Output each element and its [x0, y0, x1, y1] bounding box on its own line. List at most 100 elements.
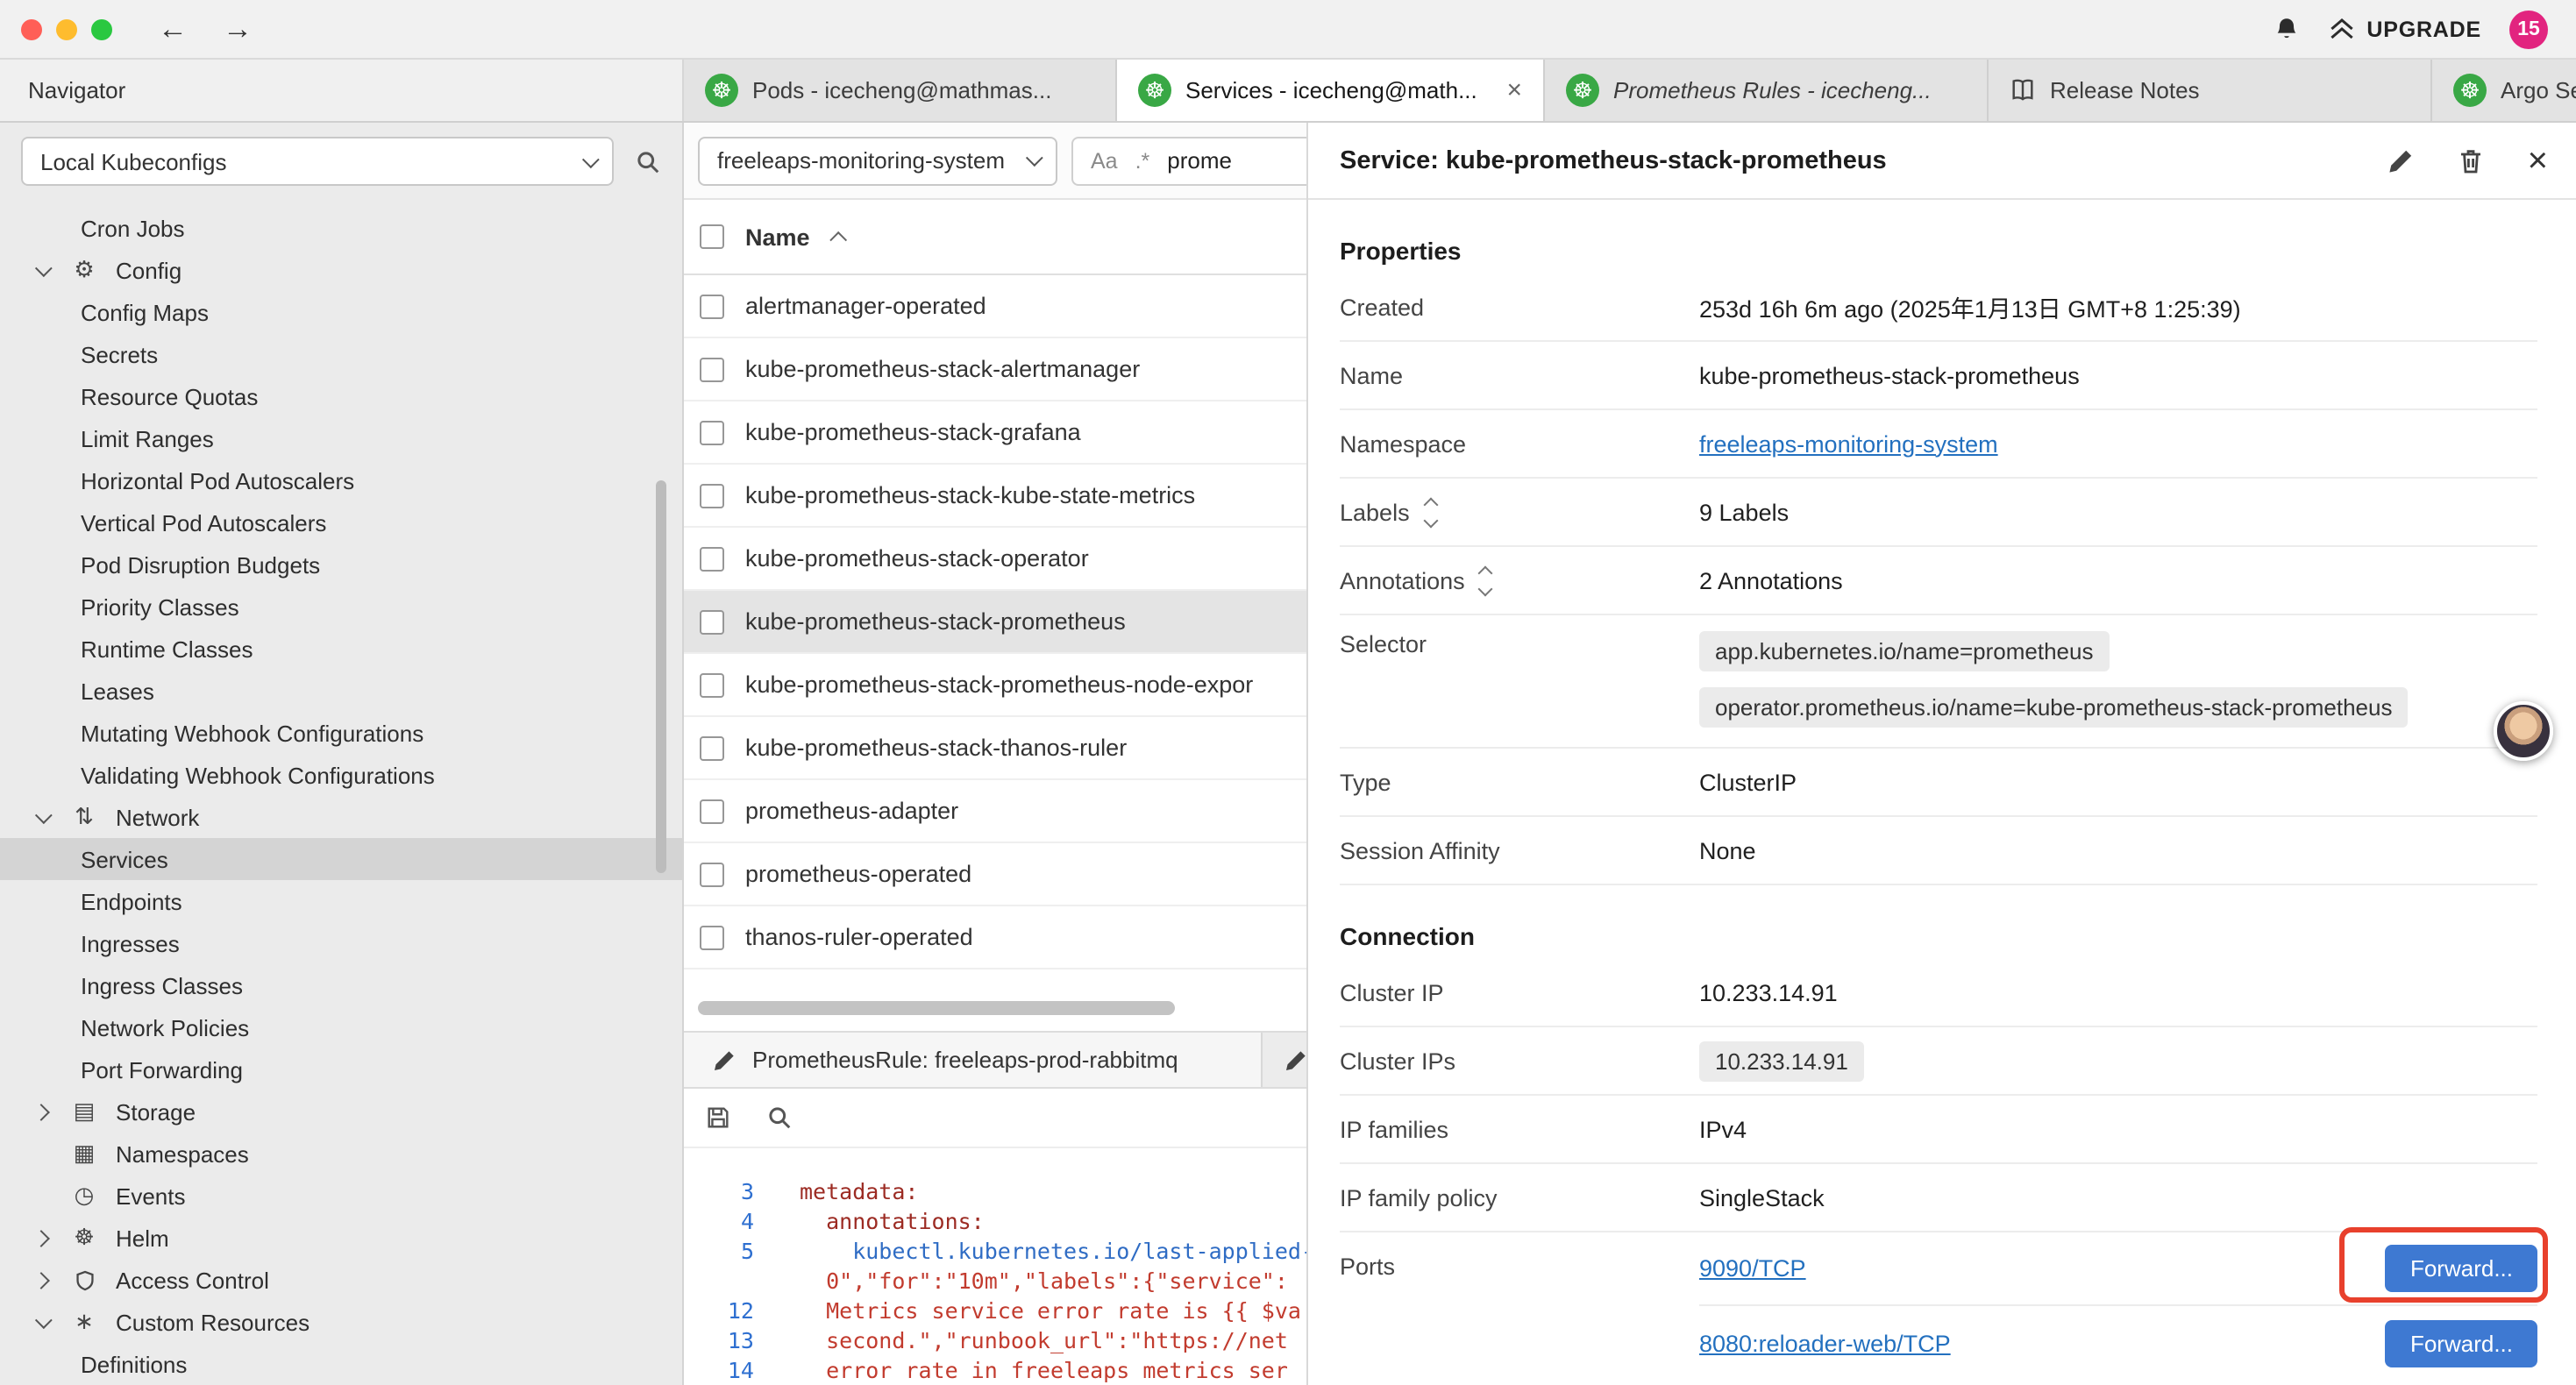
table-row[interactable]: prometheus-operated [684, 843, 1306, 906]
sidebar-item-cron-jobs[interactable]: Cron Jobs [0, 207, 682, 249]
save-icon[interactable] [705, 1104, 731, 1131]
expand-toggle-icon[interactable] [1481, 567, 1491, 593]
sidebar-item-storage[interactable]: ▤Storage [0, 1090, 682, 1133]
back-button[interactable]: ← [158, 14, 188, 44]
expand-toggle-icon[interactable] [1426, 499, 1436, 525]
chevron-down-icon[interactable] [28, 264, 53, 276]
sidebar-item-endpoints[interactable]: Endpoints [0, 880, 682, 922]
sidebar-item-leases[interactable]: Leases [0, 670, 682, 712]
sidebar-item-resource-quotas[interactable]: Resource Quotas [0, 375, 682, 417]
upgrade-button[interactable]: UPGRADE [2328, 17, 2481, 41]
sidebar-item-ingress-classes[interactable]: Ingress Classes [0, 964, 682, 1006]
chevron-down-icon[interactable] [28, 1316, 53, 1328]
chevron-right-icon[interactable] [28, 1274, 53, 1286]
tab-argo-se[interactable]: ☸Argo Se [2432, 60, 2576, 121]
horizontal-scrollbar[interactable] [698, 1001, 1175, 1015]
sidebar-item-label: Network Policies [81, 1014, 249, 1041]
yaml-editor[interactable]: 3metadata:4 annotations:5 kubectl.kubern… [684, 1148, 1306, 1385]
table-row[interactable]: kube-prometheus-stack-alertmanager [684, 338, 1306, 401]
match-case-toggle[interactable]: Aa [1091, 148, 1118, 173]
row-checkbox[interactable] [700, 735, 724, 760]
sidebar-item-validating-webhook-configurations[interactable]: Validating Webhook Configurations [0, 754, 682, 796]
user-avatar[interactable] [2494, 701, 2553, 761]
editor-search-icon[interactable] [766, 1104, 793, 1131]
port-link[interactable]: 8080:reloader-web/TCP [1699, 1330, 1951, 1356]
dock-tab-prometheusrule[interactable]: PrometheusRule: freeleaps-prod-rabbitmq [684, 1033, 1263, 1087]
port-forward-button[interactable]: Forward... [2386, 1319, 2537, 1367]
table-row[interactable]: kube-prometheus-stack-operator [684, 528, 1306, 591]
row-checkbox[interactable] [700, 609, 724, 634]
tab-pods-icecheng-mathmas[interactable]: ☸Pods - icecheng@mathmas... [684, 60, 1117, 121]
regex-toggle[interactable]: .* [1135, 148, 1150, 173]
sidebar-item-pod-disruption-budgets[interactable]: Pod Disruption Budgets [0, 543, 682, 586]
dock-tab-partial[interactable] [1263, 1033, 1306, 1087]
sidebar-item-namespaces[interactable]: ▦Namespaces [0, 1133, 682, 1175]
minimize-window-button[interactable] [56, 18, 77, 39]
sidebar-item-custom-resources[interactable]: ∗Custom Resources [0, 1301, 682, 1343]
table-row[interactable]: kube-prometheus-stack-grafana [684, 401, 1306, 465]
notifications-bell-icon[interactable] [2272, 15, 2300, 43]
row-checkbox[interactable] [700, 672, 724, 697]
table-row[interactable]: alertmanager-operated [684, 275, 1306, 338]
sidebar-item-network-policies[interactable]: Network Policies [0, 1006, 682, 1048]
namespace-link[interactable]: freeleaps-monitoring-system [1699, 430, 1998, 457]
row-checkbox[interactable] [700, 799, 724, 823]
row-checkbox[interactable] [700, 925, 724, 949]
sidebar-item-horizontal-pod-autoscalers[interactable]: Horizontal Pod Autoscalers [0, 459, 682, 501]
sidebar-item-ingresses[interactable]: Ingresses [0, 922, 682, 964]
close-panel-icon[interactable]: × [2528, 143, 2548, 178]
delete-resource-icon[interactable] [2458, 146, 2486, 174]
kubeconfig-selector-value: Local Kubeconfigs [40, 148, 227, 174]
sidebar-item-port-forwarding[interactable]: Port Forwarding [0, 1048, 682, 1090]
sidebar-item-label: Config [116, 257, 181, 283]
close-window-button[interactable] [21, 18, 42, 39]
sidebar-scrollbar[interactable] [656, 480, 666, 873]
sidebar-item-runtime-classes[interactable]: Runtime Classes [0, 628, 682, 670]
forward-button[interactable]: → [223, 14, 253, 44]
sidebar-item-services[interactable]: Services [0, 838, 682, 880]
table-row[interactable]: thanos-ruler-operated [684, 906, 1306, 970]
table-row[interactable]: kube-prometheus-stack-prometheus [684, 591, 1306, 654]
close-tab-icon[interactable]: × [1506, 75, 1522, 105]
row-checkbox[interactable] [700, 420, 724, 444]
sidebar-item-vertical-pod-autoscalers[interactable]: Vertical Pod Autoscalers [0, 501, 682, 543]
row-checkbox[interactable] [700, 862, 724, 886]
row-checkbox[interactable] [700, 294, 724, 318]
table-row[interactable]: kube-prometheus-stack-kube-state-metrics [684, 465, 1306, 528]
table-row[interactable]: prometheus-adapter [684, 780, 1306, 843]
sidebar-item-config-maps[interactable]: Config Maps [0, 291, 682, 333]
kubeconfig-selector[interactable]: Local Kubeconfigs [21, 137, 614, 186]
table-row[interactable]: kube-prometheus-stack-thanos-ruler [684, 717, 1306, 780]
tab-prometheus-rules-icecheng[interactable]: ☸Prometheus Rules - icecheng... [1545, 60, 1989, 121]
sidebar-item-definitions[interactable]: Definitions [0, 1343, 682, 1385]
sidebar-item-access-control[interactable]: Access Control [0, 1259, 682, 1301]
maximize-window-button[interactable] [91, 18, 112, 39]
row-checkbox[interactable] [700, 546, 724, 571]
row-checkbox[interactable] [700, 357, 724, 381]
tab-release-notes[interactable]: Release Notes [1989, 60, 2432, 121]
namespace-filter[interactable]: freeleaps-monitoring-system [698, 136, 1057, 185]
tab-services-icecheng-math[interactable]: ☸Services - icecheng@math...× [1117, 60, 1545, 121]
sidebar-item-events[interactable]: ◷Events [0, 1175, 682, 1217]
sidebar-item-secrets[interactable]: Secrets [0, 333, 682, 375]
column-header-name[interactable]: Name [745, 224, 810, 250]
edit-resource-icon[interactable] [2387, 146, 2416, 174]
sidebar-item-priority-classes[interactable]: Priority Classes [0, 586, 682, 628]
table-row[interactable]: kube-prometheus-stack-prometheus-node-ex… [684, 654, 1306, 717]
sidebar-item-network[interactable]: ⇅Network [0, 796, 682, 838]
sidebar-item-config[interactable]: ⚙Config [0, 249, 682, 291]
chevron-right-icon[interactable] [28, 1232, 53, 1244]
table-search-input[interactable]: Aa .* prome [1071, 136, 1306, 185]
select-all-checkbox[interactable] [700, 224, 724, 249]
chevron-right-icon[interactable] [28, 1105, 53, 1118]
sidebar-item-mutating-webhook-configurations[interactable]: Mutating Webhook Configurations [0, 712, 682, 754]
sidebar-item-limit-ranges[interactable]: Limit Ranges [0, 417, 682, 459]
port-link[interactable]: 9090/TCP [1699, 1255, 1806, 1282]
sidebar-item-helm[interactable]: ☸Helm [0, 1217, 682, 1259]
notification-count-badge[interactable]: 15 [2509, 10, 2548, 48]
row-checkbox[interactable] [700, 483, 724, 508]
chevron-down-icon[interactable] [28, 811, 53, 823]
search-icon[interactable] [635, 148, 661, 174]
port-forward-button[interactable]: Forward... [2386, 1245, 2537, 1292]
property-label: IP family policy [1340, 1184, 1699, 1211]
